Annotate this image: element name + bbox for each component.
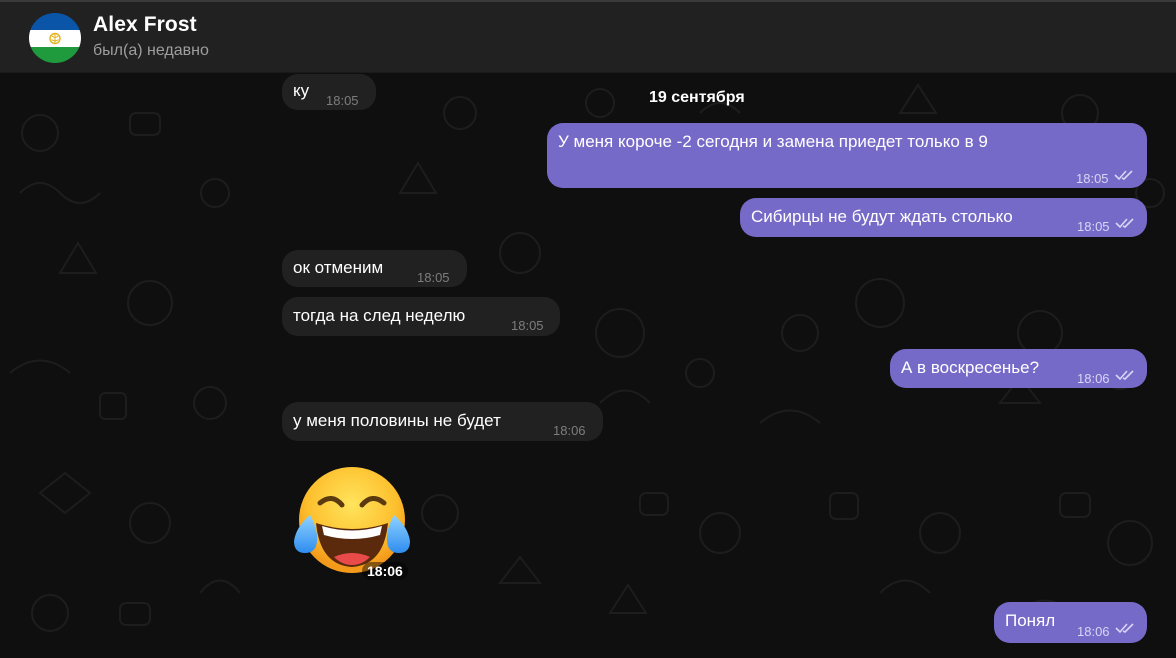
sticker-time: 18:06 (362, 562, 408, 580)
message-text: ок отменим (293, 258, 384, 277)
message-text: У меня короче -2 сегодня и замена приеде… (558, 132, 988, 151)
message-incoming[interactable]: ку 18:05 (282, 74, 376, 110)
read-checkmarks-icon (1114, 170, 1133, 181)
message-outgoing[interactable]: Понял 18:06 (994, 602, 1147, 643)
message-time: 18:05 (511, 318, 544, 333)
message-outgoing[interactable]: Сибирцы не будут ждать столько 18:05 (740, 198, 1147, 237)
message-time: 18:05 (1076, 171, 1109, 186)
message-time: 18:05 (326, 93, 359, 108)
read-checkmarks-icon (1115, 218, 1134, 229)
message-text: Понял (1005, 611, 1056, 630)
message-text: Сибирцы не будут ждать столько (751, 207, 1013, 226)
contact-status: был(а) недавно (93, 42, 209, 59)
contact-name[interactable]: Alex Frost (93, 13, 197, 37)
message-outgoing[interactable]: А в воскресенье? 18:06 (890, 349, 1147, 388)
message-text: А в воскресенье? (901, 358, 1040, 377)
read-checkmarks-icon (1115, 370, 1134, 381)
message-text: у меня половины не будет (293, 411, 501, 430)
message-outgoing[interactable]: У меня короче -2 сегодня и замена приеде… (547, 123, 1147, 188)
read-checkmarks-icon (1115, 623, 1134, 634)
message-incoming[interactable]: ок отменим 18:05 (282, 250, 467, 287)
avatar[interactable] (29, 13, 81, 63)
message-time: 18:05 (1077, 219, 1110, 234)
message-incoming[interactable]: у меня половины не будет 18:06 (282, 402, 603, 441)
telegram-window: Alex Frost был(а) недавно ку 18:05 19 се… (0, 0, 1176, 658)
bashkortostan-flag-avatar (29, 13, 81, 63)
chat-header[interactable]: Alex Frost был(а) недавно (0, 2, 1176, 73)
message-text: тогда на след неделю (293, 306, 466, 325)
message-incoming[interactable]: тогда на след неделю 18:05 (282, 297, 560, 336)
message-time: 18:06 (553, 423, 586, 438)
message-time: 18:06 (1077, 624, 1110, 639)
date-separator: 19 сентября (649, 89, 745, 106)
message-time: 18:05 (417, 270, 450, 285)
message-text: ку (293, 81, 310, 100)
message-list[interactable]: ку 18:05 19 сентября У меня короче -2 се… (0, 73, 1176, 658)
message-time: 18:06 (1077, 371, 1110, 386)
